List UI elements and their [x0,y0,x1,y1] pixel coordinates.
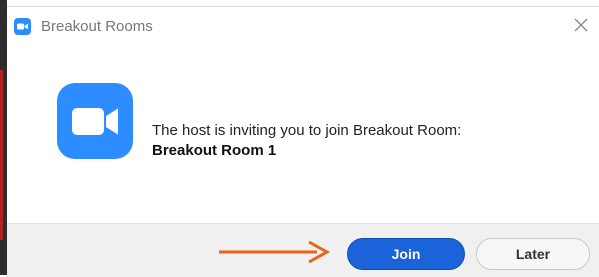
title-bar: Breakout Rooms [7,7,599,47]
join-button[interactable]: Join [347,238,465,270]
zoom-video-camera-icon [57,83,133,159]
dialog-footer: Join Later [7,223,599,277]
close-button[interactable] [567,13,595,41]
invitation-message: The host is inviting you to join Breakou… [152,121,461,161]
later-label: Later [515,246,551,262]
join-label: Join [391,246,421,262]
background-window-accent [0,70,3,240]
background-window-edge [0,0,7,275]
zoom-camera-icon [14,18,31,35]
breakout-rooms-dialog: Breakout Rooms The host is inviting you … [7,6,599,277]
dialog-content: The host is inviting you to join Breakou… [7,47,599,223]
room-name: Breakout Room 1 [152,142,277,159]
arrow-right-icon [215,238,333,266]
later-button[interactable]: Later [476,238,590,270]
screen: Breakout Rooms The host is inviting you … [0,0,599,277]
window-title: Breakout Rooms [41,18,153,35]
close-icon [573,17,589,38]
invitation-text: The host is inviting you to join Breakou… [152,122,462,139]
